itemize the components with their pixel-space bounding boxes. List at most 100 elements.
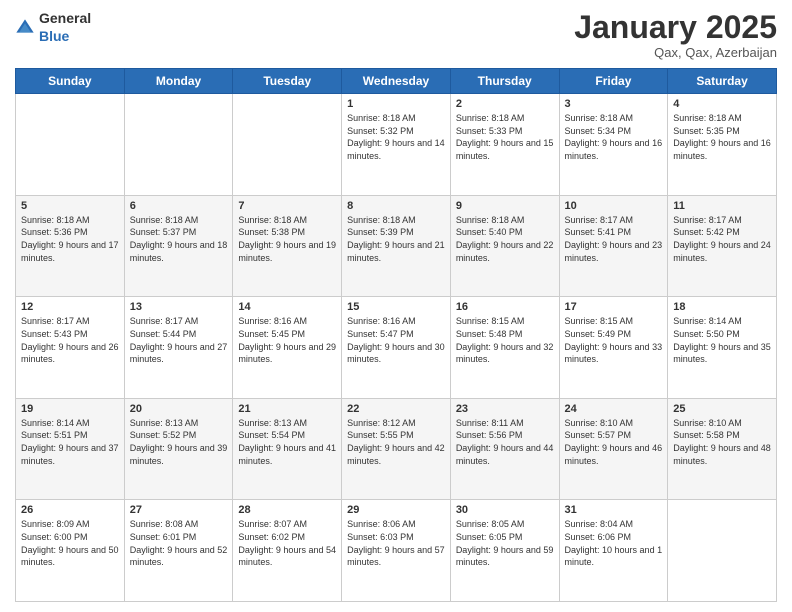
day-cell-29: 29Sunrise: 8:06 AMSunset: 6:03 PMDayligh…	[342, 500, 451, 602]
weekday-header-tuesday: Tuesday	[233, 69, 342, 94]
day-number: 8	[347, 200, 445, 212]
day-cell-3: 3 Sunrise: 8:18 AMSunset: 5:34 PMDaylight…	[559, 94, 668, 196]
weekday-header-wednesday: Wednesday	[342, 69, 451, 94]
day-info: Sunrise: 8:16 AMSunset: 5:47 PMDaylight:…	[347, 315, 445, 365]
day-number: 7	[238, 200, 336, 212]
day-number: 1	[347, 98, 445, 110]
day-cell-15: 15 Sunrise: 8:16 AMSunset: 5:47 PMDayligh…	[342, 297, 451, 399]
day-cell-14: 14 Sunrise: 8:16 AMSunset: 5:45 PMDayligh…	[233, 297, 342, 399]
day-info: Sunrise: 8:13 AMSunset: 5:52 PMDaylight:…	[130, 417, 228, 467]
day-cell-19: 19 Sunrise: 8:14 AMSunset: 5:51 PMDayligh…	[16, 398, 125, 500]
day-cell-23: 23 Sunrise: 8:11 AMSunset: 5:56 PMDayligh…	[450, 398, 559, 500]
day-cell-13: 13 Sunrise: 8:17 AMSunset: 5:44 PMDayligh…	[124, 297, 233, 399]
day-info: Sunrise: 8:18 AMSunset: 5:35 PMDaylight:…	[673, 112, 771, 162]
day-info: Sunrise: 8:07 AMSunset: 6:02 PMDaylight:…	[238, 518, 336, 568]
day-cell-1: 1 Sunrise: 8:18 AMSunset: 5:32 PMDaylight…	[342, 94, 451, 196]
logo-text: General Blue	[39, 10, 91, 46]
day-info: Sunrise: 8:18 AMSunset: 5:39 PMDaylight:…	[347, 214, 445, 264]
day-info: Sunrise: 8:13 AMSunset: 5:54 PMDaylight:…	[238, 417, 336, 467]
day-number: 24	[565, 403, 663, 415]
day-info: Sunrise: 8:14 AMSunset: 5:51 PMDaylight:…	[21, 417, 119, 467]
day-info: Sunrise: 8:12 AMSunset: 5:55 PMDaylight:…	[347, 417, 445, 467]
day-info: Sunrise: 8:09 AMSunset: 6:00 PMDaylight:…	[21, 518, 119, 568]
day-info: Sunrise: 8:17 AMSunset: 5:41 PMDaylight:…	[565, 214, 663, 264]
day-number: 6	[130, 200, 228, 212]
day-cell-31: 31Sunrise: 8:04 AMSunset: 6:06 PMDayligh…	[559, 500, 668, 602]
day-cell-empty-0-0	[16, 94, 125, 196]
day-number: 23	[456, 403, 554, 415]
day-number: 19	[21, 403, 119, 415]
weekday-header-row: SundayMondayTuesdayWednesdayThursdayFrid…	[16, 69, 777, 94]
day-number: 12	[21, 301, 119, 313]
day-number: 2	[456, 98, 554, 110]
day-number: 26	[21, 504, 119, 516]
day-number: 20	[130, 403, 228, 415]
day-info: Sunrise: 8:18 AMSunset: 5:36 PMDaylight:…	[21, 214, 119, 264]
day-cell-24: 24 Sunrise: 8:10 AMSunset: 5:57 PMDayligh…	[559, 398, 668, 500]
header: General Blue January 2025 Qax, Qax, Azer…	[15, 10, 777, 60]
day-number: 29	[347, 504, 445, 516]
location: Qax, Qax, Azerbaijan	[574, 45, 777, 60]
logo-general: General	[39, 10, 91, 26]
day-number: 14	[238, 301, 336, 313]
day-number: 3	[565, 98, 663, 110]
day-cell-11: 11 Sunrise: 8:17 AMSunset: 5:42 PMDayligh…	[668, 195, 777, 297]
day-info: Sunrise: 8:17 AMSunset: 5:42 PMDaylight:…	[673, 214, 771, 264]
day-number: 30	[456, 504, 554, 516]
day-info: Sunrise: 8:04 AMSunset: 6:06 PMDaylight:…	[565, 518, 663, 568]
day-cell-12: 12 Sunrise: 8:17 AMSunset: 5:43 PMDayligh…	[16, 297, 125, 399]
day-cell-30: 30 Sunrise: 8:05 AMSunset: 6:05 PMDayligh…	[450, 500, 559, 602]
day-cell-empty-4-6	[668, 500, 777, 602]
title-section: January 2025 Qax, Qax, Azerbaijan	[574, 10, 777, 60]
day-number: 18	[673, 301, 771, 313]
day-number: 10	[565, 200, 663, 212]
logo-icon	[15, 18, 35, 38]
day-info: Sunrise: 8:15 AMSunset: 5:48 PMDaylight:…	[456, 315, 554, 365]
day-cell-empty-0-1	[124, 94, 233, 196]
day-number: 13	[130, 301, 228, 313]
day-cell-9: 9Sunrise: 8:18 AMSunset: 5:40 PMDaylight…	[450, 195, 559, 297]
logo: General Blue	[15, 10, 91, 46]
day-info: Sunrise: 8:18 AMSunset: 5:32 PMDaylight:…	[347, 112, 445, 162]
day-cell-26: 26 Sunrise: 8:09 AMSunset: 6:00 PMDayligh…	[16, 500, 125, 602]
day-info: Sunrise: 8:14 AMSunset: 5:50 PMDaylight:…	[673, 315, 771, 365]
day-cell-21: 21Sunrise: 8:13 AMSunset: 5:54 PMDayligh…	[233, 398, 342, 500]
day-number: 16	[456, 301, 554, 313]
day-cell-2: 2Sunrise: 8:18 AMSunset: 5:33 PMDaylight…	[450, 94, 559, 196]
day-info: Sunrise: 8:11 AMSunset: 5:56 PMDaylight:…	[456, 417, 554, 467]
day-info: Sunrise: 8:10 AMSunset: 5:57 PMDaylight:…	[565, 417, 663, 467]
weekday-header-thursday: Thursday	[450, 69, 559, 94]
day-number: 15	[347, 301, 445, 313]
week-row-3: 19 Sunrise: 8:14 AMSunset: 5:51 PMDayligh…	[16, 398, 777, 500]
week-row-4: 26 Sunrise: 8:09 AMSunset: 6:00 PMDayligh…	[16, 500, 777, 602]
month-title: January 2025	[574, 10, 777, 45]
day-number: 11	[673, 200, 771, 212]
logo-blue: Blue	[39, 28, 69, 44]
day-info: Sunrise: 8:18 AMSunset: 5:34 PMDaylight:…	[565, 112, 663, 162]
day-info: Sunrise: 8:05 AMSunset: 6:05 PMDaylight:…	[456, 518, 554, 568]
day-number: 17	[565, 301, 663, 313]
day-info: Sunrise: 8:16 AMSunset: 5:45 PMDaylight:…	[238, 315, 336, 365]
day-info: Sunrise: 8:17 AMSunset: 5:44 PMDaylight:…	[130, 315, 228, 365]
weekday-header-saturday: Saturday	[668, 69, 777, 94]
day-info: Sunrise: 8:18 AMSunset: 5:38 PMDaylight:…	[238, 214, 336, 264]
weekday-header-sunday: Sunday	[16, 69, 125, 94]
day-info: Sunrise: 8:15 AMSunset: 5:49 PMDaylight:…	[565, 315, 663, 365]
day-cell-20: 20 Sunrise: 8:13 AMSunset: 5:52 PMDayligh…	[124, 398, 233, 500]
day-cell-4: 4Sunrise: 8:18 AMSunset: 5:35 PMDaylight…	[668, 94, 777, 196]
page: General Blue January 2025 Qax, Qax, Azer…	[0, 0, 792, 612]
day-cell-18: 18 Sunrise: 8:14 AMSunset: 5:50 PMDayligh…	[668, 297, 777, 399]
day-number: 27	[130, 504, 228, 516]
day-info: Sunrise: 8:17 AMSunset: 5:43 PMDaylight:…	[21, 315, 119, 365]
day-cell-25: 25Sunrise: 8:10 AMSunset: 5:58 PMDayligh…	[668, 398, 777, 500]
day-info: Sunrise: 8:18 AMSunset: 5:40 PMDaylight:…	[456, 214, 554, 264]
week-row-2: 12 Sunrise: 8:17 AMSunset: 5:43 PMDayligh…	[16, 297, 777, 399]
day-cell-22: 22Sunrise: 8:12 AMSunset: 5:55 PMDayligh…	[342, 398, 451, 500]
day-cell-empty-0-2	[233, 94, 342, 196]
day-cell-28: 28Sunrise: 8:07 AMSunset: 6:02 PMDayligh…	[233, 500, 342, 602]
weekday-header-monday: Monday	[124, 69, 233, 94]
week-row-0: 1 Sunrise: 8:18 AMSunset: 5:32 PMDaylight…	[16, 94, 777, 196]
day-cell-16: 16 Sunrise: 8:15 AMSunset: 5:48 PMDayligh…	[450, 297, 559, 399]
day-cell-7: 7 Sunrise: 8:18 AMSunset: 5:38 PMDaylight…	[233, 195, 342, 297]
day-cell-6: 6Sunrise: 8:18 AMSunset: 5:37 PMDaylight…	[124, 195, 233, 297]
